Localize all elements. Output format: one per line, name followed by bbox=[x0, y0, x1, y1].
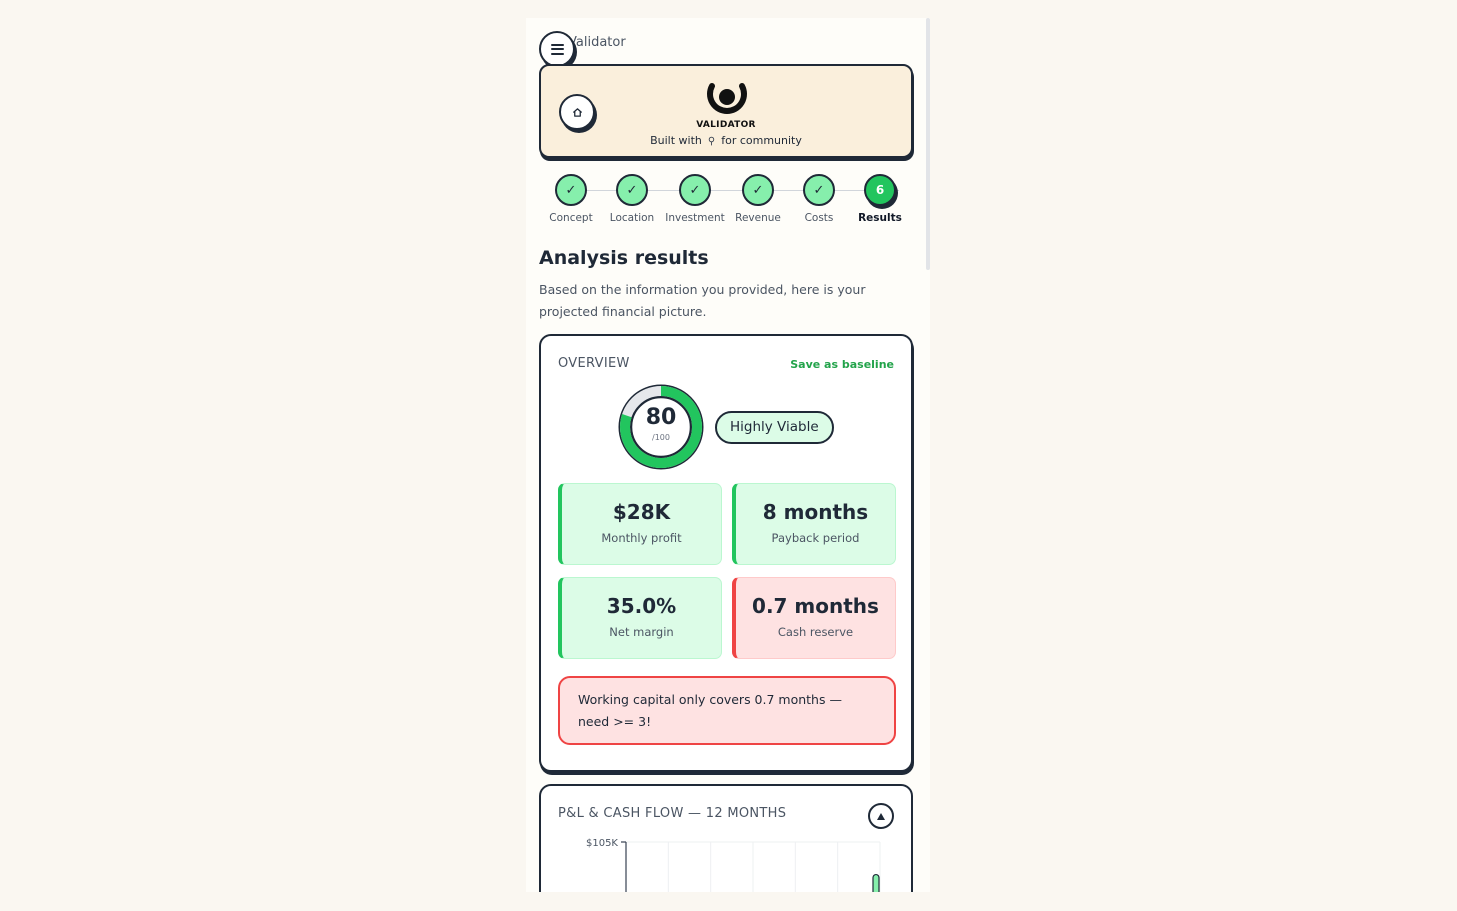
pl-bar-chart: $105K bbox=[586, 838, 881, 892]
logo-wordmark: VALIDATOR bbox=[696, 120, 756, 130]
overview-card: OVERVIEW Save as baseline 80 /100 Highly… bbox=[539, 334, 913, 772]
scrollbar-thumb[interactable] bbox=[926, 18, 930, 270]
overview-title: OVERVIEW bbox=[558, 356, 630, 371]
metric-monthly-profit: $28K Monthly profit bbox=[558, 483, 722, 565]
metric-label: Net margin bbox=[609, 625, 674, 639]
metric-label: Cash reserve bbox=[777, 625, 854, 639]
step-label: Costs bbox=[804, 212, 834, 224]
validator-logo bbox=[707, 83, 747, 114]
step-investment[interactable]: ✓ Investment bbox=[660, 174, 730, 224]
step-number: 6 bbox=[864, 174, 896, 206]
step-costs[interactable]: ✓ Costs bbox=[784, 174, 854, 224]
progress-stepper: ✓ Concept ✓ Location ✓ Investment ✓ Reve… bbox=[539, 174, 913, 230]
score-value: 80 bbox=[645, 405, 677, 430]
step-check-icon: ✓ bbox=[742, 174, 774, 206]
verdict-badge: Highly Viable bbox=[715, 411, 834, 444]
brand-banner: VALIDATOR Built with ⚲ for community bbox=[539, 64, 913, 158]
step-revenue[interactable]: ✓ Revenue bbox=[723, 174, 793, 224]
page-subtitle: Based on the information you provided, h… bbox=[539, 282, 866, 319]
pl-card-title: P&L & CASH FLOW — 12 MONTHS bbox=[558, 806, 787, 821]
metric-value: 8 months bbox=[762, 500, 869, 524]
step-check-icon: ✓ bbox=[679, 174, 711, 206]
step-label: Concept bbox=[549, 212, 593, 224]
step-results[interactable]: 6 Results bbox=[845, 174, 915, 224]
chart-bar bbox=[872, 873, 880, 892]
built-with-tagline: Built with ⚲ for community bbox=[541, 134, 911, 147]
metric-label: Payback period bbox=[771, 531, 860, 545]
step-concept[interactable]: ✓ Concept bbox=[536, 174, 606, 224]
metric-payback-period: 8 months Payback period bbox=[732, 483, 896, 565]
app-viewport: Validator VALIDATOR Built with ⚲ for commu… bbox=[526, 18, 930, 892]
save-baseline-button[interactable]: Save as baseline bbox=[790, 358, 894, 371]
step-check-icon: ✓ bbox=[803, 174, 835, 206]
hamburger-menu-icon bbox=[550, 41, 564, 57]
page-title: Analysis results bbox=[539, 247, 709, 269]
step-label: Revenue bbox=[735, 212, 781, 224]
collapse-toggle-button[interactable] bbox=[868, 803, 894, 829]
metric-cash-reserve: 0.7 months Cash reserve bbox=[732, 577, 896, 659]
working-capital-alert: Working capital only covers 0.7 months —… bbox=[558, 676, 896, 745]
menu-button[interactable] bbox=[539, 31, 575, 67]
score-max: /100 bbox=[652, 433, 670, 442]
chart-y-tick-label: $105K bbox=[586, 838, 618, 849]
built-prefix: Built with bbox=[650, 134, 702, 147]
pl-cashflow-card: P&L & CASH FLOW — 12 MONTHS $105K bbox=[539, 784, 913, 892]
pin-icon: ⚲ bbox=[707, 136, 716, 147]
metric-value: 35.0% bbox=[606, 594, 677, 618]
step-label: Results bbox=[858, 212, 902, 224]
step-label: Location bbox=[609, 212, 655, 224]
app-title: Validator bbox=[568, 35, 626, 50]
step-label: Investment bbox=[665, 212, 725, 224]
metric-value: 0.7 months bbox=[752, 594, 879, 618]
chevron-up-icon bbox=[877, 812, 885, 820]
built-suffix: for community bbox=[721, 134, 802, 147]
step-location[interactable]: ✓ Location bbox=[597, 174, 667, 224]
step-check-icon: ✓ bbox=[616, 174, 648, 206]
metric-label: Monthly profit bbox=[601, 531, 682, 545]
metric-value: $28K bbox=[612, 500, 671, 524]
step-check-icon: ✓ bbox=[555, 174, 587, 206]
home-icon bbox=[572, 107, 582, 117]
metric-net-margin: 35.0% Net margin bbox=[558, 577, 722, 659]
